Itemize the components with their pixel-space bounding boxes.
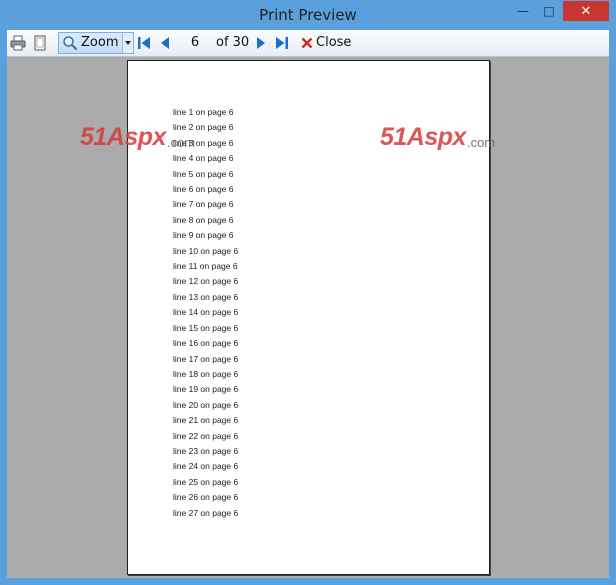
dropdown-arrow-icon	[125, 41, 131, 45]
page-text-line: line 27 on page 6	[173, 507, 239, 518]
page-text-line: line 19 on page 6	[173, 384, 239, 395]
page-text-line: line 26 on page 6	[173, 492, 239, 503]
preview-page: line 1 on page 6 line 2 on page 6 line 3 o…	[127, 60, 490, 575]
page-setup-button[interactable]	[32, 33, 50, 53]
page-text-line: line 1 on page 6	[173, 107, 234, 117]
last-page-button[interactable]	[275, 33, 291, 53]
page-text-lines: line 1 on page 6 line 2 on page 6 line 3 o…	[173, 105, 238, 521]
page-text-line: line 12 on page 6	[173, 276, 239, 287]
page-text-line: line 7 on page 6	[173, 199, 234, 210]
page-number-input[interactable]	[180, 34, 210, 50]
page-text-line: line 6 on page 6	[173, 184, 234, 195]
first-page-icon	[138, 37, 150, 49]
page-text-line: line 10 on page 6	[173, 245, 239, 256]
maximize-button[interactable]: □	[538, 1, 560, 21]
page-text-line: line 23 on page 6	[173, 445, 239, 456]
close-label: Close	[316, 35, 352, 50]
next-page-button[interactable]	[255, 33, 269, 53]
page-total-label: of 30	[216, 35, 250, 50]
print-preview-window: Print Preview — □ ✕ Zoom 6 of 30 Close l…	[0, 0, 616, 585]
close-window-button[interactable]: ✕	[563, 1, 609, 21]
first-page-button[interactable]	[137, 33, 153, 53]
zoom-dropdown[interactable]	[122, 32, 134, 54]
page-text-line: line 16 on page 6	[173, 338, 239, 349]
page-text-line: line 3 on page 6	[173, 137, 234, 148]
page-text-line: line 5 on page 6	[173, 168, 234, 179]
print-button[interactable]	[10, 33, 28, 53]
preview-area[interactable]: line 1 on page 6 line 2 on page 6 line 3 o…	[7, 57, 609, 578]
page-text-line: line 8 on page 6	[173, 214, 234, 225]
last-page-icon	[276, 37, 288, 49]
page-text-line: line 15 on page 6	[173, 322, 239, 333]
close-preview-button[interactable]: Close	[299, 33, 351, 53]
page-text-line: line 9 on page 6	[173, 230, 234, 241]
page-text-line: line 25 on page 6	[173, 476, 239, 487]
page-icon	[34, 35, 46, 51]
page-text-line: line 18 on page 6	[173, 368, 239, 379]
page-text-line: line 11 on page 6	[173, 261, 238, 272]
magnifier-icon	[63, 36, 78, 51]
minimize-button[interactable]: —	[512, 1, 534, 21]
preview-toolbar: Zoom of 30	[7, 30, 609, 57]
printer-icon	[10, 35, 26, 51]
page-text-line: line 13 on page 6	[173, 291, 239, 302]
title-bar[interactable]: Print Preview — □ ✕	[0, 0, 616, 30]
page-text-line: line 17 on page 6	[173, 353, 239, 364]
page-text-line: line 21 on page 6	[173, 415, 239, 426]
page-text-line: line 4 on page 6	[173, 153, 234, 164]
page-text-line: line 2 on page 6	[173, 122, 234, 133]
page-text-line: line 20 on page 6	[173, 399, 239, 410]
page-text-line: line 14 on page 6	[173, 307, 239, 318]
previous-page-button[interactable]	[159, 33, 173, 53]
next-page-icon	[257, 37, 265, 49]
previous-page-icon	[161, 37, 169, 49]
close-x-icon	[301, 37, 313, 49]
page-text-line: line 24 on page 6	[173, 461, 239, 472]
zoom-label: Zoom	[81, 35, 119, 50]
page-text-line: line 22 on page 6	[173, 430, 239, 441]
